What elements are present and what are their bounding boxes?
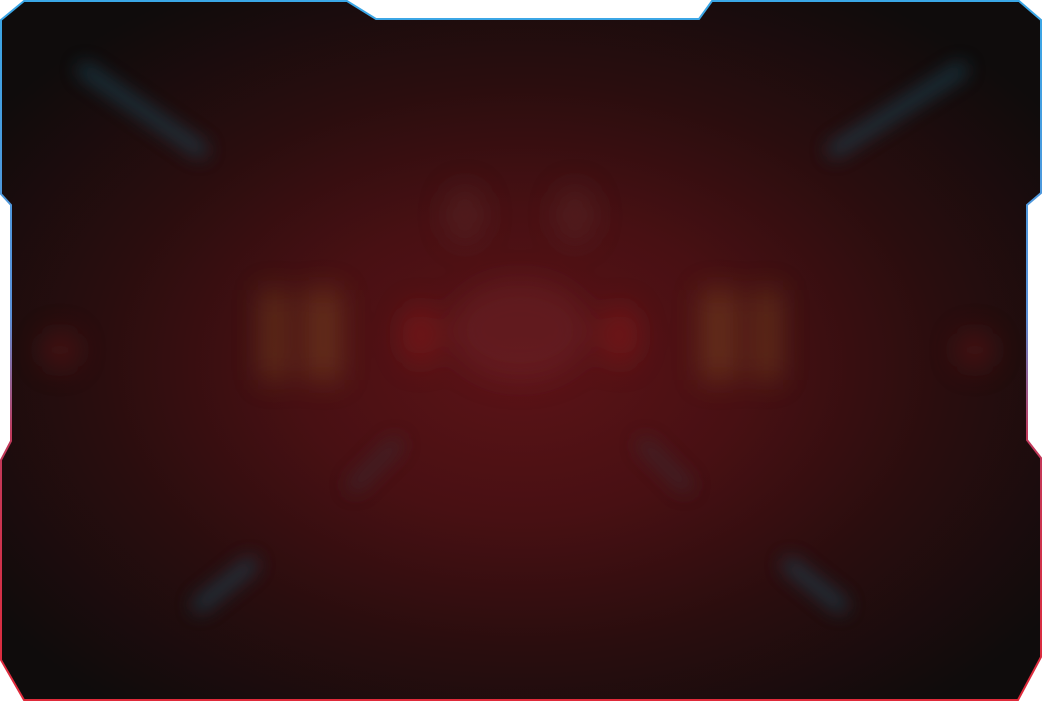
- right-orange-bar-1: [702, 290, 736, 380]
- left-orange-bar-2: [306, 290, 340, 380]
- center-emblem-glow: [450, 280, 590, 380]
- emblem-top-left-glow: [447, 187, 483, 243]
- left-red-dot-glow: [402, 305, 438, 365]
- emblem-top-right-glow: [557, 187, 593, 243]
- left-orange-bar-1: [262, 290, 286, 380]
- far-left-red-glow: [42, 332, 78, 368]
- hud-frame-panel: [0, 0, 1043, 702]
- right-red-dot-glow: [602, 305, 638, 365]
- right-orange-bar-2: [755, 290, 779, 380]
- hud-frame-graphic: [0, 0, 1042, 701]
- frame-interior: [1, 1, 1041, 700]
- far-right-red-glow: [957, 332, 993, 368]
